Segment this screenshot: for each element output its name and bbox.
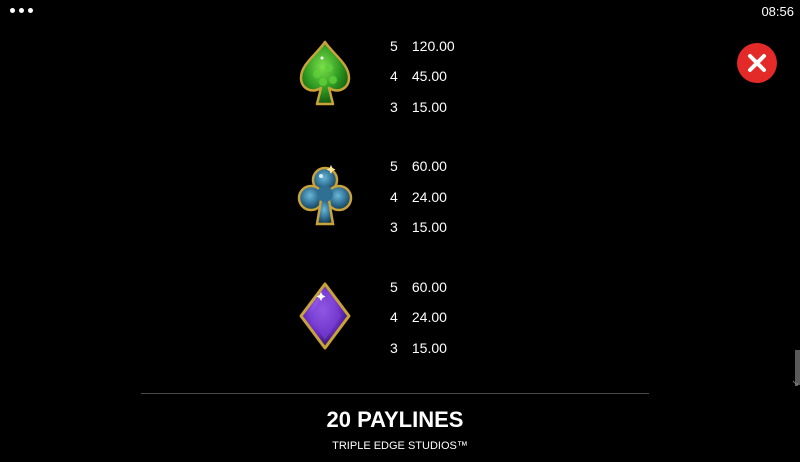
payout-value: 60.00 (411, 158, 447, 174)
menu-dots-icon[interactable] (8, 6, 35, 15)
payout-row: 4 24.00 (390, 309, 447, 327)
payout-row: 3 15.00 (390, 219, 447, 237)
payout-value: 24.00 (411, 189, 447, 205)
payout-count: 4 (390, 68, 398, 84)
payout-count: 5 (390, 158, 398, 174)
payout-row: 5 60.00 (390, 279, 447, 297)
menu-dot (19, 8, 24, 13)
payout-row: 4 45.00 (390, 68, 447, 86)
payout-row: 5 60.00 (390, 158, 447, 176)
diamond-icon (297, 280, 357, 354)
payout-value: 24.00 (411, 309, 447, 325)
payout-count: 5 (390, 38, 398, 54)
club-icon (295, 160, 355, 234)
menu-dot (28, 8, 33, 13)
payout-count: 4 (390, 309, 398, 325)
payout-count: 4 (390, 189, 398, 205)
menu-dot (10, 8, 15, 13)
scroll-grip-icon: ↘ (791, 378, 799, 388)
divider (141, 393, 649, 394)
payout-count: 3 (390, 99, 398, 115)
payout-count: 3 (390, 340, 398, 356)
payout-row: 3 15.00 (390, 99, 447, 117)
payout-row: 3 15.00 (390, 340, 447, 358)
payout-row: 4 24.00 (390, 189, 447, 207)
payout-value: 15.00 (411, 99, 447, 115)
close-icon (748, 54, 766, 72)
paylines-heading: 20 PAYLINES (326, 407, 464, 432)
payout-value: 15.00 (411, 340, 447, 356)
payout-value: 120.00 (411, 38, 455, 54)
close-button[interactable] (737, 43, 777, 83)
payout-value: 15.00 (411, 219, 447, 235)
payout-count: 3 (390, 219, 398, 235)
studio-credit: TRIPLE EDGE STUDIOS™ (332, 440, 468, 452)
clock: 08:56 (761, 4, 794, 19)
spade-icon (295, 38, 355, 112)
payout-count: 5 (390, 279, 398, 295)
payout-row: 5 120.00 (390, 38, 455, 56)
payout-value: 60.00 (411, 279, 447, 295)
payout-value: 45.00 (411, 68, 447, 84)
